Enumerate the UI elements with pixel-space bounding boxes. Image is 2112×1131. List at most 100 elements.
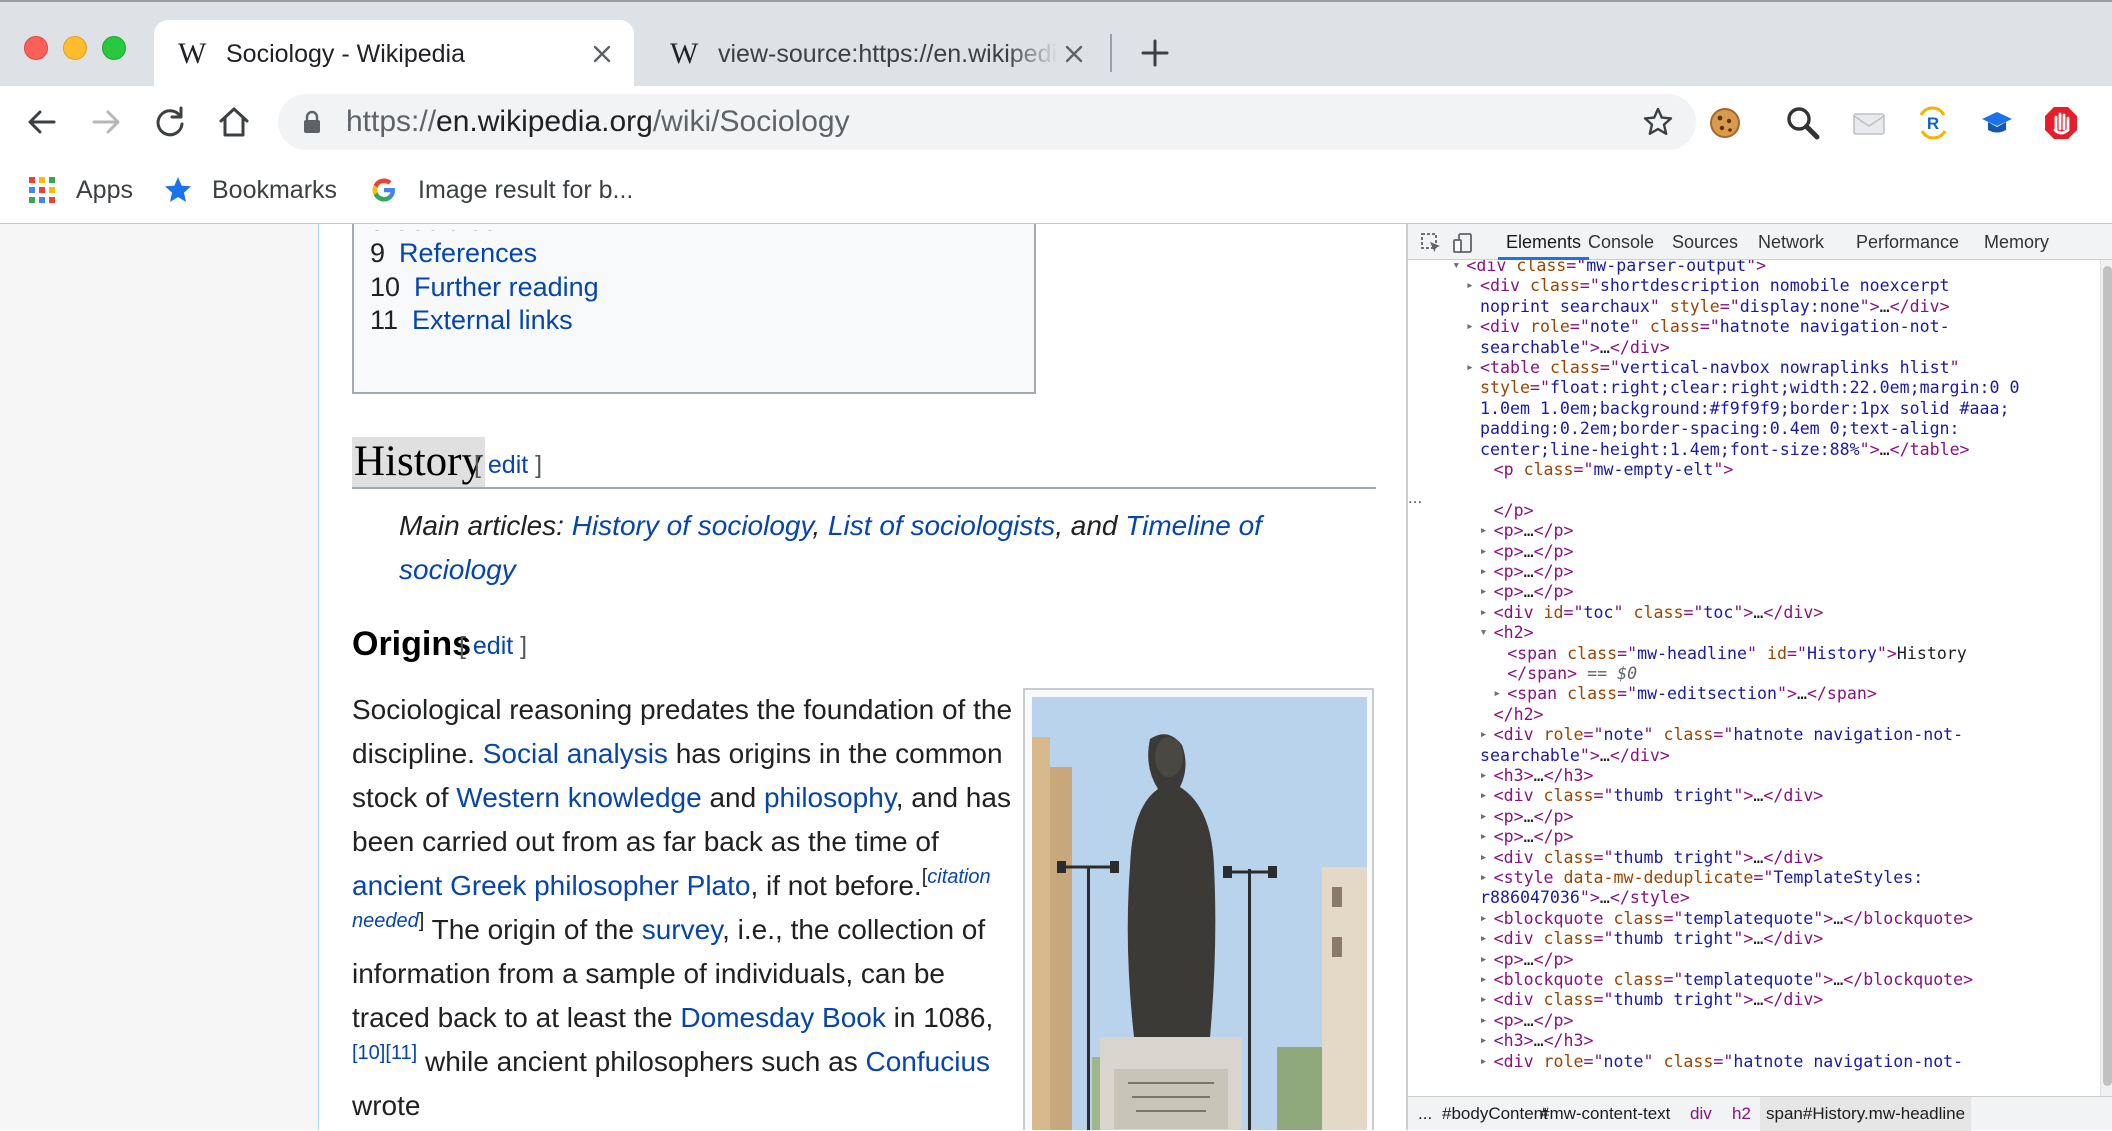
expand-triangle-closed-icon[interactable]: ▸ (1480, 807, 1488, 827)
history-edit-link[interactable]: edit (488, 451, 528, 479)
expand-triangle-closed-icon[interactable]: ▸ (1480, 990, 1488, 1010)
reference-link[interactable]: [10][11] (352, 1042, 417, 1064)
stop-hand-icon[interactable] (2042, 104, 2080, 142)
expand-triangle-closed-icon[interactable]: ▸ (1480, 766, 1488, 786)
tab-title: view-source:https://en.wikipedia.org/wik… (718, 40, 1058, 68)
tab-close-icon[interactable] (1064, 44, 1084, 64)
expand-triangle-closed-icon[interactable]: ▸ (1480, 786, 1488, 806)
statue-photo[interactable] (1032, 697, 1367, 1130)
expand-triangle-closed-icon[interactable]: ▸ (1466, 317, 1474, 337)
breadcrumb-item[interactable]: #bodyContent (1442, 1097, 1548, 1131)
selected-node-gutter-marker[interactable]: ... (1408, 488, 1432, 508)
expand-triangle-closed-icon[interactable]: ▸ (1466, 358, 1474, 378)
expand-triangle-closed-icon[interactable]: ▸ (1493, 684, 1501, 704)
url-text[interactable]: https://en.wikipedia.org/wiki/Sociology (346, 106, 850, 138)
dom-token: "> (1813, 970, 1834, 989)
device-toolbar-icon[interactable] (1452, 232, 1474, 254)
expand-triangle-closed-icon[interactable]: ▸ (1466, 276, 1474, 296)
expand-triangle-closed-icon[interactable]: ▸ (1480, 868, 1488, 888)
dom-token: <p> (1493, 827, 1524, 847)
dom-token: <p> (1493, 1010, 1524, 1030)
toc-item[interactable]: 10 Further reading (370, 270, 599, 304)
origins-edit-link[interactable]: edit (473, 632, 513, 660)
cookie-icon[interactable] (1706, 104, 1744, 142)
window-minimize-button[interactable] (63, 36, 87, 60)
bookmark-bookmarks[interactable]: Bookmarks (164, 170, 337, 210)
breadcrumb-item[interactable]: #mw-content-text (1540, 1097, 1670, 1131)
devtools-tab-memory[interactable]: Memory (1984, 230, 2049, 254)
wiki-side-panel (0, 224, 318, 1130)
paragraph-link[interactable]: Western knowledge (456, 782, 701, 813)
expand-triangle-closed-icon[interactable]: ▸ (1480, 929, 1488, 949)
paragraph-link[interactable]: Social analysis (483, 738, 668, 769)
expand-triangle-closed-icon[interactable]: ▸ (1480, 1052, 1488, 1072)
paragraph-link[interactable]: Confucius (866, 1046, 991, 1077)
toc-item[interactable]: 9 References (370, 236, 537, 270)
expand-triangle-closed-icon[interactable]: ▸ (1480, 1011, 1488, 1031)
hatnote-link[interactable]: List of sociologists (828, 510, 1055, 541)
expand-triangle-closed-icon[interactable]: ▸ (1480, 970, 1488, 990)
magnifier-icon[interactable] (1784, 104, 1822, 142)
paragraph-link[interactable]: survey (642, 914, 722, 945)
expand-triangle-closed-icon[interactable]: ▸ (1480, 1031, 1488, 1051)
forward-arrow-icon[interactable] (88, 104, 124, 140)
expand-triangle-closed-icon[interactable]: ▸ (1480, 909, 1488, 929)
toc-link[interactable]: External links (412, 305, 573, 335)
statue-thumbnail[interactable] (1023, 688, 1374, 1130)
tab-close-icon[interactable] (592, 44, 612, 64)
window-zoom-button[interactable] (102, 36, 126, 60)
toc-item[interactable]: 11 External links (370, 303, 573, 337)
toc-link[interactable]: References (399, 238, 537, 268)
expand-triangle-open-icon[interactable]: ▾ (1480, 623, 1488, 643)
lock-icon[interactable] (302, 110, 322, 134)
bookmark-star-icon[interactable] (1642, 106, 1674, 138)
breadcrumb-item[interactable]: h2 (1732, 1097, 1751, 1131)
expand-triangle-closed-icon[interactable]: ▸ (1480, 950, 1488, 970)
expand-triangle-closed-icon[interactable]: ▸ (1480, 521, 1488, 541)
expand-triangle-closed-icon[interactable]: ▸ (1480, 582, 1488, 602)
bookmark-apps[interactable]: Apps (28, 170, 133, 210)
expand-triangle-closed-icon[interactable]: ▸ (1480, 542, 1488, 562)
dom-node-markup: r886047036">…</style> (1480, 888, 1690, 908)
elements-scrollbar[interactable] (2100, 260, 2112, 1096)
expand-triangle-closed-icon[interactable]: ▸ (1480, 603, 1488, 623)
dom-token: class (1613, 908, 1664, 928)
expand-triangle-closed-icon[interactable]: ▸ (1480, 725, 1488, 745)
devtools-tab-performance[interactable]: Performance (1856, 230, 1959, 254)
devtools-tab-network[interactable]: Network (1758, 230, 1824, 254)
expand-triangle-closed-icon[interactable]: ▸ (1480, 562, 1488, 582)
wiki-article: 8 See also 9References 10Further reading… (318, 224, 1406, 1130)
breadcrumb-item[interactable]: span#History.mw-headline (1760, 1097, 1972, 1131)
back-arrow-icon[interactable] (24, 104, 60, 140)
hatnote-link[interactable]: History of sociology (572, 510, 813, 541)
dom-token: <div (1480, 317, 1530, 337)
expand-triangle-open-icon[interactable]: ▾ (1452, 260, 1460, 276)
devtools-tab-elements[interactable]: Elements (1497, 230, 1590, 260)
home-icon[interactable] (216, 104, 252, 140)
graduation-cap-icon[interactable] (1978, 104, 2016, 142)
breadcrumb-item[interactable]: div (1690, 1097, 1712, 1131)
dom-node-markup: <blockquote class="templatequote">…</blo… (1494, 909, 1974, 929)
tab-view-source[interactable]: W view-source:https://en.wikipedia.org/w… (646, 20, 1106, 88)
scrollbar-thumb[interactable] (2103, 266, 2112, 1086)
paragraph-link[interactable]: ancient Greek philosopher Plato (352, 870, 750, 901)
hatnote-prefix: Main articles: (399, 510, 572, 541)
window-close-button[interactable] (24, 36, 48, 60)
devtools-tab-console[interactable]: Console (1588, 230, 1654, 254)
toc-link[interactable]: Further reading (414, 272, 599, 302)
envelope-icon[interactable] (1850, 104, 1888, 142)
breadcrumb-item[interactable]: ... (1418, 1097, 1432, 1131)
bookmark-image-result[interactable]: Image result for b... (370, 170, 633, 210)
paragraph-link[interactable]: philosophy (764, 782, 896, 813)
reload-r-icon[interactable]: R (1914, 104, 1952, 142)
devtools-tab-sources[interactable]: Sources (1672, 230, 1738, 254)
elements-dom-tree[interactable]: ▾ <div class="mw-parser-output"> ▸ <div cla… (1408, 260, 2100, 1096)
reload-icon[interactable] (152, 104, 188, 140)
new-tab-plus-icon[interactable] (1138, 36, 1172, 70)
address-bar[interactable]: https://en.wikipedia.org/wiki/Sociology (278, 94, 1696, 150)
expand-triangle-closed-icon[interactable]: ▸ (1480, 827, 1488, 847)
inspect-element-icon[interactable] (1420, 232, 1442, 254)
paragraph-link[interactable]: Domesday Book (680, 1002, 885, 1033)
tab-sociology-wikipedia[interactable]: W Sociology - Wikipedia (154, 20, 634, 88)
expand-triangle-closed-icon[interactable]: ▸ (1480, 848, 1488, 868)
